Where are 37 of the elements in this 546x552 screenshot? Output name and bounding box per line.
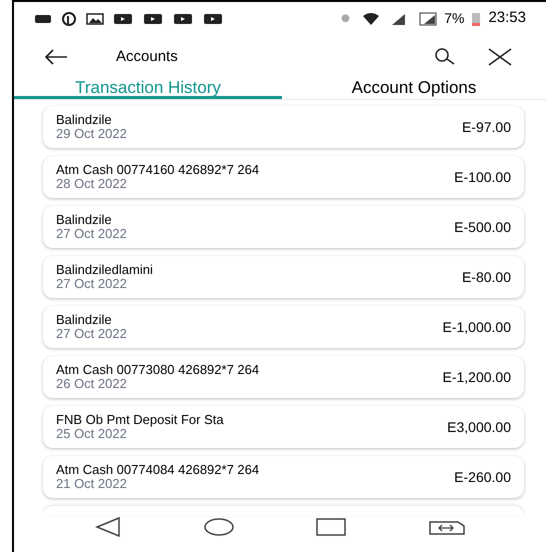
transaction-date: 26 Oct 2022 <box>56 377 128 391</box>
transaction-description: Atm Cash 00773080 426892*7 264 <box>56 363 260 377</box>
transaction-description: Atm Cash 00774160 426892*7 264 <box>56 163 260 177</box>
transaction-amount: E-1,000.00 <box>442 318 511 336</box>
transaction-date: 27 Oct 2022 <box>56 227 128 241</box>
transaction-amount: E-100.00 <box>454 168 511 186</box>
transaction-date: 29 Oct 2022 <box>56 127 128 141</box>
transaction-amount: E3,000.00 <box>447 418 511 436</box>
transaction-amount: E-1,200.00 <box>442 368 511 386</box>
transaction-card[interactable]: Atm Cash 00774084 426892*7 264 21 Oct 2022 E-260.00 <box>43 456 524 498</box>
tab[interactable]: Account Options <box>282 79 546 99</box>
transaction-card[interactable]: Balindziledlamini 27 Oct 2022 E-80.00 <box>43 256 524 298</box>
transaction-date: 25 Oct 2022 <box>56 427 128 441</box>
transaction-card[interactable]: FNB Ob Pmt Deposit For Sta 25 Oct 2022 E3,000.00 <box>43 406 524 448</box>
transaction-card[interactable]: Atm Cash 00773080 426892*7 264 26 Oct 2022 E-1,200.00 <box>43 356 524 398</box>
transaction-amount: E-260.00 <box>454 468 511 486</box>
page-title: Accounts <box>116 46 179 67</box>
transaction-description: Balindzile <box>56 313 113 327</box>
transaction-card[interactable]: Atm Cash 00774160 426892*7 264 28 Oct 2022 E-100.00 <box>43 156 524 198</box>
transaction-amount: E-97.00 <box>462 118 511 136</box>
clock: 23:53 <box>488 8 526 28</box>
transaction-description: Balindziledlamini <box>56 263 154 277</box>
transaction-description: Atm Cash 00774084 426892*7 264 <box>56 463 260 477</box>
transaction-amount: E-500.00 <box>454 218 511 236</box>
transaction-amount: E-80.00 <box>462 268 511 286</box>
transaction-description: Balindzile <box>56 113 113 127</box>
transaction-card[interactable]: Balindzile 29 Oct 2022 E-97.00 <box>43 106 524 148</box>
transaction-date: 28 Oct 2022 <box>56 177 128 191</box>
transaction-date: 21 Oct 2022 <box>56 477 128 491</box>
transaction-description: Balindzile <box>56 213 113 227</box>
transaction-date: 27 Oct 2022 <box>56 327 128 341</box>
transaction-card[interactable]: Balindzile 27 Oct 2022 E-500.00 <box>43 206 524 248</box>
tab[interactable]: Transaction History <box>14 79 282 99</box>
transaction-description: FNB Ob Pmt Deposit For Sta <box>56 413 225 427</box>
transaction-date: 27 Oct 2022 <box>56 277 128 291</box>
battery-percent: 7% <box>444 9 464 28</box>
transaction-card[interactable]: Balindzile 27 Oct 2022 E-1,000.00 <box>43 306 524 348</box>
